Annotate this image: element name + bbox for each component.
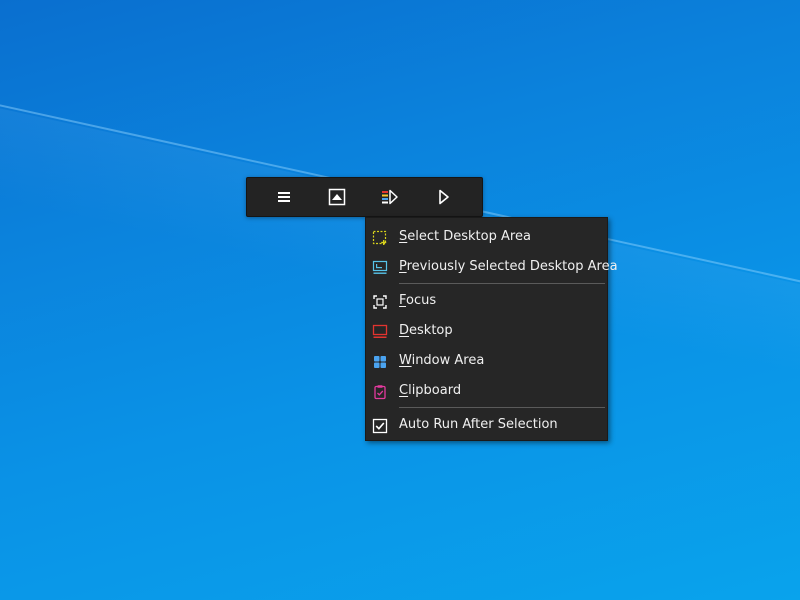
menu-item-desktop[interactable]: Desktop bbox=[366, 316, 607, 346]
capture-toolbar bbox=[246, 177, 483, 217]
menu-item-label: Select Desktop Area bbox=[399, 229, 531, 244]
capture-button[interactable] bbox=[325, 185, 349, 209]
menu-item-focus[interactable]: Focus bbox=[366, 286, 607, 316]
menu-item-label: Window Area bbox=[399, 353, 485, 368]
menu-separator bbox=[399, 407, 605, 408]
menu-item-window-area[interactable]: Window Area bbox=[366, 346, 607, 376]
previous-area-icon bbox=[372, 260, 388, 276]
hamburger-menu-icon bbox=[277, 191, 291, 203]
menu-item-previously-selected-desktop-area[interactable]: Previously Selected Desktop Area bbox=[366, 252, 618, 282]
capture-region-icon bbox=[328, 188, 346, 206]
checkbox-checked-icon bbox=[372, 418, 388, 434]
menu-item-label: Clipboard bbox=[399, 383, 462, 398]
desktop-icon bbox=[372, 324, 388, 340]
menu-item-label: Focus bbox=[399, 293, 437, 308]
clipboard-icon bbox=[372, 384, 388, 400]
capture-mode-button[interactable] bbox=[378, 185, 402, 209]
menu-item-label: Desktop bbox=[399, 323, 453, 338]
menu-item-label: Auto Run After Selection bbox=[399, 417, 558, 432]
play-icon bbox=[438, 189, 450, 205]
menu-item-auto-run-after-selection[interactable]: Auto Run After Selection bbox=[366, 410, 607, 440]
menu-button[interactable] bbox=[272, 185, 296, 209]
focus-icon bbox=[372, 294, 388, 310]
menu-separator bbox=[399, 283, 605, 284]
window-area-icon bbox=[372, 354, 388, 370]
capture-mode-icon bbox=[381, 189, 399, 205]
select-area-icon bbox=[372, 230, 388, 246]
menu-item-select-desktop-area[interactable]: Select Desktop Area bbox=[366, 222, 607, 252]
capture-mode-menu: Select Desktop Area Previously Selected … bbox=[365, 217, 618, 441]
run-button[interactable] bbox=[432, 185, 456, 209]
menu-item-label: Previously Selected Desktop Area bbox=[399, 259, 618, 274]
menu-item-clipboard[interactable]: Clipboard bbox=[366, 376, 607, 406]
